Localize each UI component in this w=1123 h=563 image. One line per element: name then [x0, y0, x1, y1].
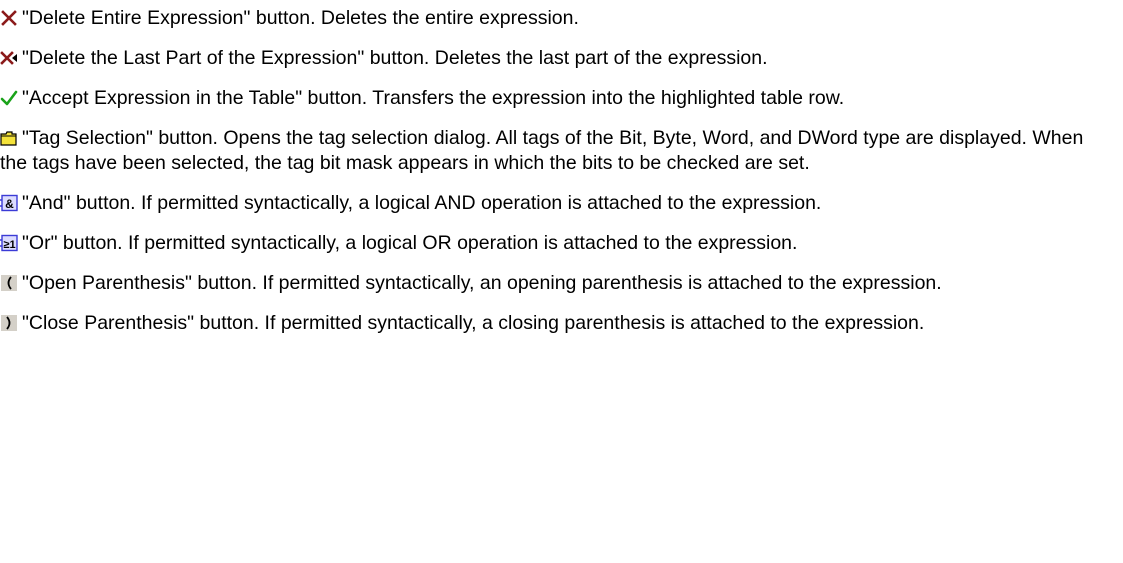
accept-checkmark-icon [0, 89, 18, 107]
entry-delete-last-part: "Delete the Last Part of the Expression"… [0, 46, 1115, 71]
svg-text:&: & [5, 197, 14, 211]
entry-accept-expression: "Accept Expression in the Table" button.… [0, 86, 1115, 111]
entry-text: "Open Parenthesis" button. If permitted … [22, 272, 942, 294]
entry-delete-entire-expression: "Delete Entire Expression" button. Delet… [0, 6, 1115, 31]
entry-text: "Delete Entire Expression" button. Delet… [22, 7, 579, 29]
delete-last-part-icon [0, 49, 18, 67]
open-parenthesis-icon [0, 274, 18, 292]
entry-text: "Or" button. If permitted syntactically,… [22, 232, 798, 254]
svg-text:≥1: ≥1 [3, 239, 15, 251]
and-operator-icon: & [0, 194, 18, 212]
entry-tag-selection: "Tag Selection" button. Opens the tag se… [0, 126, 1115, 176]
entry-text: "Close Parenthesis" button. If permitted… [22, 312, 925, 334]
entry-or-operator: ≥1 "Or" button. If permitted syntactical… [0, 231, 1115, 256]
tag-selection-folder-icon [0, 129, 18, 147]
entry-close-parenthesis: "Close Parenthesis" button. If permitted… [0, 311, 1115, 336]
document-body: "Delete Entire Expression" button. Delet… [0, 0, 1123, 336]
entry-text: "Tag Selection" button. Opens the tag se… [0, 127, 1084, 174]
or-operator-icon: ≥1 [0, 234, 18, 252]
entry-text: "And" button. If permitted syntactically… [22, 192, 822, 214]
close-parenthesis-icon [0, 314, 18, 332]
entry-and-operator: & "And" button. If permitted syntactical… [0, 191, 1115, 216]
entry-open-parenthesis: "Open Parenthesis" button. If permitted … [0, 271, 1115, 296]
delete-entire-expression-icon [0, 9, 18, 27]
entry-text: "Delete the Last Part of the Expression"… [22, 47, 768, 69]
entry-text: "Accept Expression in the Table" button.… [22, 87, 845, 109]
